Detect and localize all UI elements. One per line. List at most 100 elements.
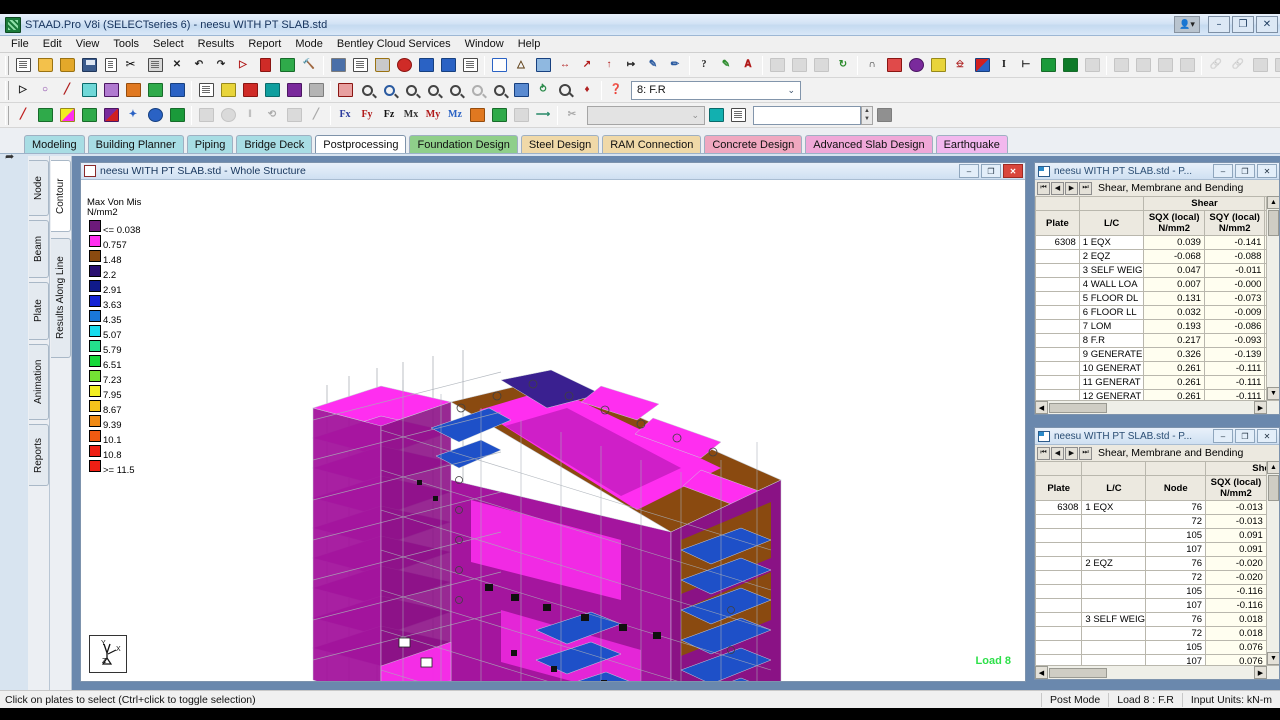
measure-vertical-icon[interactable]: ↑ [598,55,620,76]
redo-icon[interactable]: ↷ [210,55,232,76]
sidetab-reports[interactable]: Reports [29,424,49,486]
display-solid-icon[interactable] [927,55,949,76]
deflection-display-icon[interactable] [488,105,510,126]
save-all-views-icon[interactable] [1154,55,1176,76]
structure-3d-render[interactable] [81,180,1025,681]
rotate-model-icon[interactable] [788,55,810,76]
link-icon[interactable]: 🔗 [1205,55,1227,76]
select-by-property-icon[interactable] [217,80,239,101]
force-fy-icon[interactable]: Fy [356,105,378,126]
annotate-icon[interactable]: ✎ [642,55,664,76]
results-solid-stress-icon[interactable] [78,105,100,126]
select-by-list-icon[interactable] [195,80,217,101]
col-sqx[interactable]: SQX (local) N/mm2 [1205,475,1267,501]
measure-horizontal-icon[interactable]: ↔ [554,55,576,76]
nav-prev-button[interactable]: ◀ [1051,446,1064,460]
table-horizontal-scrollbar[interactable]: ◀ ▶ [1035,400,1279,414]
save-icon[interactable] [78,55,100,76]
select-cursor-icon[interactable]: ▷ [12,80,34,101]
menu-report[interactable]: Report [241,37,288,51]
table-tab-label[interactable]: Shear, Membrane and Bending [1098,447,1243,459]
table-row[interactable]: 6 FLOOR LL 0.032 -0.009 [1035,305,1279,320]
col-lc[interactable]: L/C [1081,475,1147,501]
table-row[interactable]: 105 0.076 [1035,640,1279,655]
tab-advanced-slab-design[interactable]: Advanced Slab Design [805,135,933,153]
toolbar-grip[interactable] [5,55,9,75]
sidetab-results-along-line[interactable]: Results Along Line [51,238,71,358]
settings-icon[interactable] [1271,55,1280,76]
new-file-icon[interactable] [12,55,34,76]
menu-file[interactable]: File [4,37,36,51]
zoom-reduce-icon[interactable] [422,80,444,101]
display-misc-icon[interactable] [1081,55,1103,76]
print-preview-icon[interactable] [349,55,371,76]
open-recent-icon[interactable] [56,55,78,76]
new-view-icon[interactable] [488,55,510,76]
spin-up-icon[interactable]: ▲ [864,108,870,114]
page-setup-icon[interactable] [371,55,393,76]
select-by-spec-icon[interactable] [239,80,261,101]
menu-tools[interactable]: Tools [106,37,146,51]
open-view-icon[interactable] [1132,55,1154,76]
scroll-right-arrow-icon[interactable]: ▶ [1254,666,1267,679]
copy-icon[interactable] [100,55,122,76]
table-maximize-button[interactable]: ❐ [1235,429,1255,443]
undo-icon[interactable]: ↶ [188,55,210,76]
scroll-up-arrow-icon[interactable]: ▲ [1267,461,1279,474]
col-plate[interactable]: Plate [1035,475,1083,501]
cut-icon[interactable]: ✂ [122,55,144,76]
erase-annotation-icon[interactable]: ✏ [664,55,686,76]
report-icon[interactable] [459,55,481,76]
display-support-icon[interactable] [971,55,993,76]
properties-icon[interactable] [1249,55,1271,76]
toolbar-grip[interactable] [5,105,9,125]
table-grid-top[interactable]: Shear Plate L/C SQX (local) N/mm2 SQY (lo… [1035,196,1279,400]
menu-results[interactable]: Results [191,37,242,51]
nav-last-button[interactable]: ⏭ [1079,181,1092,195]
table-row[interactable]: 12 GENERAT 0.261 -0.111 [1035,389,1279,400]
section-diag-icon[interactable]: ╱ [305,105,327,126]
tab-piping[interactable]: Piping [186,135,234,153]
nav-last-button[interactable]: ⏭ [1079,446,1092,460]
table-row[interactable]: 72 0.018 [1035,626,1279,641]
envelope-icon[interactable] [510,105,532,126]
close-button[interactable]: ✕ [1256,16,1278,33]
section-hash-icon[interactable]: ‖ [239,105,261,126]
hscroll-thumb[interactable] [1049,667,1107,678]
results-contour-icon[interactable] [100,105,122,126]
scroll-down-arrow-icon[interactable]: ▼ [1267,652,1279,665]
section-rotate-icon[interactable]: ⟲ [261,105,283,126]
nav-next-button[interactable]: ▶ [1065,446,1078,460]
help-cursor-icon[interactable]: ? [693,55,715,76]
sidetab-beam[interactable]: Beam [29,220,49,278]
force-fx-icon[interactable]: Fx [334,105,356,126]
tab-steel-design[interactable]: Steel Design [520,135,600,153]
display-property-icon[interactable]: ⊢ [1015,55,1037,76]
view-minimize-button[interactable]: – [959,164,979,178]
select-group-icon[interactable] [144,80,166,101]
sidetab-plate[interactable]: Plate [29,282,49,340]
rotate-view-icon[interactable]: ⥁ [532,80,554,101]
minimize-button[interactable]: – [1208,16,1230,33]
table-grid-bottom[interactable]: Shea Plate L/C Node SQX (local)N/mm2 S 6… [1035,461,1279,665]
table-row[interactable]: 8 F.R 0.217 -0.093 [1035,333,1279,348]
menu-window[interactable]: Window [458,37,511,51]
table-row[interactable]: 105 0.091 [1035,528,1279,543]
select-highlight-icon[interactable] [283,80,305,101]
menu-mode[interactable]: Mode [288,37,330,51]
tools-icon[interactable]: 🔨 [298,55,320,76]
table-row[interactable]: 5 FLOOR DL 0.131 -0.073 [1035,291,1279,306]
table-vertical-scrollbar[interactable]: ▲ ▼ [1266,196,1279,400]
scissors-icon[interactable]: ✂ [561,105,583,126]
pan-icon[interactable] [510,80,532,101]
menu-select[interactable]: Select [146,37,191,51]
display-surface-icon[interactable]: ⎒ [949,55,971,76]
menu-edit[interactable]: Edit [36,37,69,51]
render-view-icon[interactable]: ♦ [576,80,598,101]
view-maximize-button[interactable]: ❐ [981,164,1001,178]
tab-ram-connection[interactable]: RAM Connection [602,135,702,153]
table-row[interactable]: 9 GENERATE 0.326 -0.139 [1035,347,1279,362]
view-close-button[interactable]: ✕ [1003,164,1023,178]
label-icon[interactable] [532,55,554,76]
select-window-icon[interactable] [305,80,327,101]
